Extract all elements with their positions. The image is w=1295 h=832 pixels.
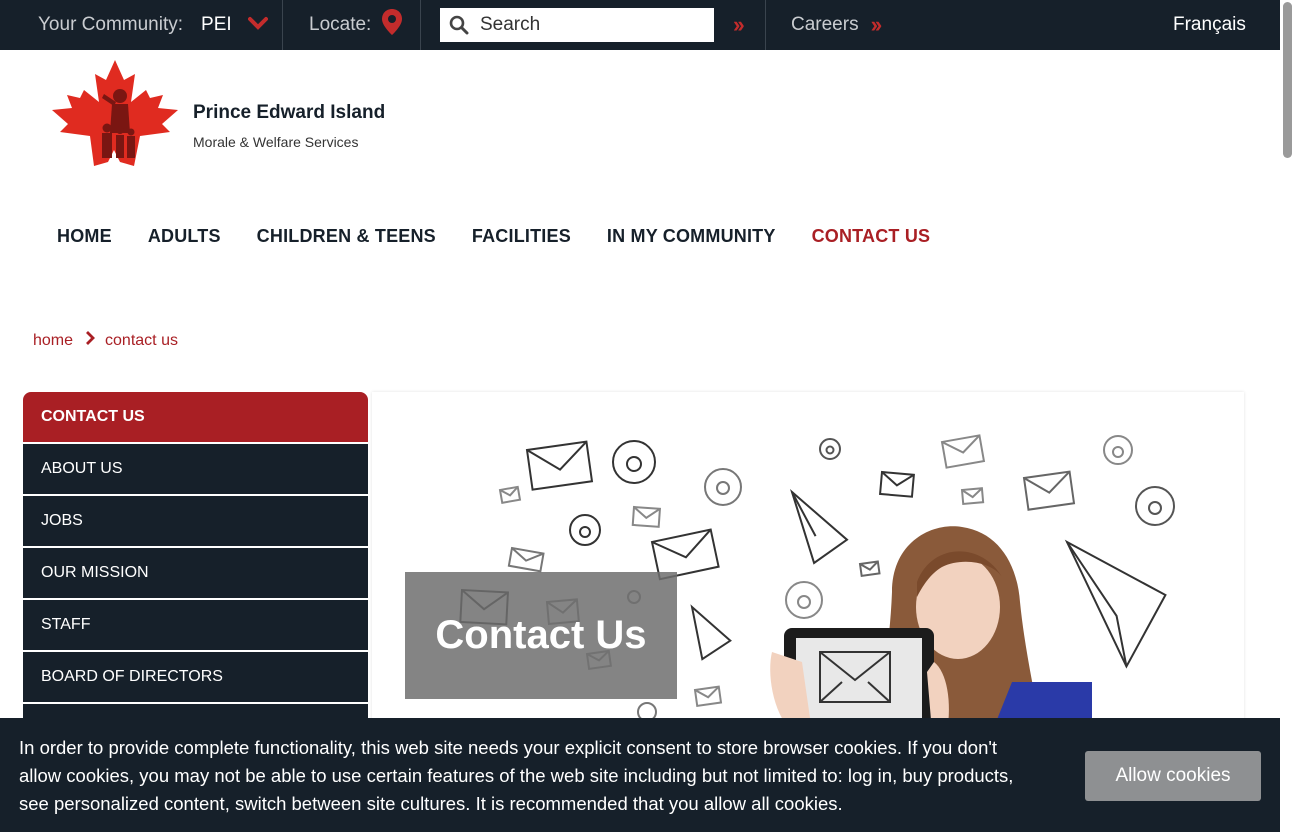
- chevron-right-icon: [85, 331, 96, 350]
- community-value: PEI: [201, 14, 232, 35]
- maple-leaf-logo-icon: [52, 60, 178, 166]
- sidenav-item-our-mission[interactable]: OUR MISSION: [23, 548, 368, 598]
- careers-label: Careers: [791, 14, 859, 35]
- hero-banner: Contact Us: [372, 392, 1244, 732]
- locate-label: Locate:: [309, 14, 372, 35]
- hero-title: Contact Us: [435, 613, 647, 657]
- sidenav-item-about-us[interactable]: ABOUT US: [23, 444, 368, 494]
- scrollbar-thumb[interactable]: [1283, 2, 1292, 158]
- search-icon: [449, 15, 469, 35]
- cookie-consent-banner: In order to provide complete functionali…: [0, 718, 1280, 832]
- page-scrollbar[interactable]: [1280, 0, 1295, 832]
- community-label: Your Community:: [38, 14, 184, 35]
- sidenav-item-board-of-directors[interactable]: BOARD OF DIRECTORS: [23, 652, 368, 702]
- locate-link[interactable]: Locate:: [309, 0, 403, 50]
- nav-item-children-teens[interactable]: CHILDREN & TEENS: [257, 226, 436, 247]
- cookie-consent-text: In order to provide complete functionali…: [19, 737, 1014, 814]
- careers-link[interactable]: Careers ››: [791, 0, 883, 50]
- sidenav-item-contact-us[interactable]: CONTACT US: [23, 392, 368, 442]
- sidenav-item-jobs[interactable]: JOBS: [23, 496, 368, 546]
- breadcrumb: home contact us: [33, 331, 178, 350]
- nav-item-adults[interactable]: ADULTS: [148, 226, 221, 247]
- double-chevron-right-icon: ››: [733, 12, 745, 37]
- main-navigation: HOME ADULTS CHILDREN & TEENS FACILITIES …: [57, 226, 966, 247]
- allow-cookies-button[interactable]: Allow cookies: [1085, 751, 1261, 801]
- location-pin-icon: [381, 8, 403, 42]
- divider: [765, 0, 766, 50]
- divider: [282, 0, 283, 50]
- woman-with-tablet-image: [770, 526, 1092, 732]
- breadcrumb-current: contact us: [105, 331, 178, 349]
- chevron-down-icon: [247, 14, 268, 36]
- nav-item-home[interactable]: HOME: [57, 226, 112, 247]
- top-utility-bar: Your Community: PEI Locate: ›› Careers ›…: [0, 0, 1280, 50]
- community-selector[interactable]: Your Community: PEI: [38, 0, 268, 50]
- search-submit-button[interactable]: ››: [733, 0, 745, 50]
- nav-item-in-my-community[interactable]: IN MY COMMUNITY: [607, 226, 776, 247]
- nav-item-facilities[interactable]: FACILITIES: [472, 226, 571, 247]
- double-chevron-right-icon: ››: [870, 12, 883, 37]
- site-logo[interactable]: [50, 58, 180, 168]
- search-box: [440, 8, 714, 42]
- divider: [420, 0, 421, 50]
- site-title[interactable]: Prince Edward Island: [193, 102, 385, 124]
- nav-item-contact-us[interactable]: CONTACT US: [812, 226, 931, 247]
- hero-title-box: Contact Us: [405, 572, 677, 699]
- side-navigation: CONTACT US ABOUT US JOBS OUR MISSION STA…: [23, 392, 368, 756]
- language-toggle-link[interactable]: Français: [1173, 0, 1246, 50]
- search-input[interactable]: [480, 14, 700, 36]
- breadcrumb-home-link[interactable]: home: [33, 332, 73, 350]
- sidenav-item-staff[interactable]: STAFF: [23, 600, 368, 650]
- site-subtitle: Morale & Welfare Services: [193, 134, 359, 150]
